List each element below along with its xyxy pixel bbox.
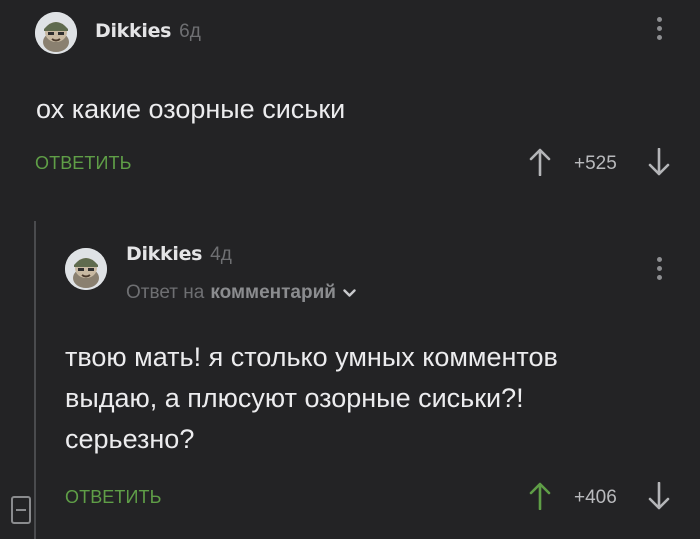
comment-header: Dikkies 6д xyxy=(95,20,201,43)
avatar[interactable] xyxy=(35,12,77,54)
comment-text-line: серьезно? xyxy=(65,424,195,454)
reply-to-prefix: Ответ на xyxy=(126,282,205,303)
comment-header: Dikkies 4д xyxy=(126,243,232,266)
rating-value: +406 xyxy=(574,487,617,508)
reply-to-link[interactable]: комментарий xyxy=(210,282,336,304)
rating-value: +525 xyxy=(574,153,617,174)
chevron-down-icon[interactable] xyxy=(343,282,356,304)
reply-button[interactable]: ОТВЕТИТЬ xyxy=(35,153,132,174)
timestamp: 6д xyxy=(179,21,201,42)
avatar-image xyxy=(35,12,77,54)
comment-text-line: твою мать! я столько умных комментов xyxy=(65,342,558,372)
thread-line xyxy=(34,221,36,539)
comment-text: ох какие озорные сиськи xyxy=(36,94,346,124)
arrow-up-icon[interactable] xyxy=(529,482,551,510)
kebab-icon[interactable] xyxy=(654,257,664,280)
arrow-down-icon[interactable] xyxy=(648,482,670,510)
comment-text-line: выдаю, а плюсуют озорные сиськи?! xyxy=(65,383,524,413)
reply-to-line: Ответ на комментарий xyxy=(126,282,356,304)
avatar-image xyxy=(65,248,107,290)
reply-button[interactable]: ОТВЕТИТЬ xyxy=(65,487,162,508)
comment-text: твою мать! я столько умных комментов выд… xyxy=(65,337,558,460)
avatar[interactable] xyxy=(65,248,107,290)
username[interactable]: Dikkies xyxy=(95,20,171,42)
arrow-up-icon[interactable] xyxy=(529,148,551,176)
kebab-icon[interactable] xyxy=(654,17,664,40)
minus-box-icon[interactable] xyxy=(11,496,31,524)
arrow-down-icon[interactable] xyxy=(648,148,670,176)
username[interactable]: Dikkies xyxy=(126,243,202,265)
timestamp: 4д xyxy=(210,244,232,265)
